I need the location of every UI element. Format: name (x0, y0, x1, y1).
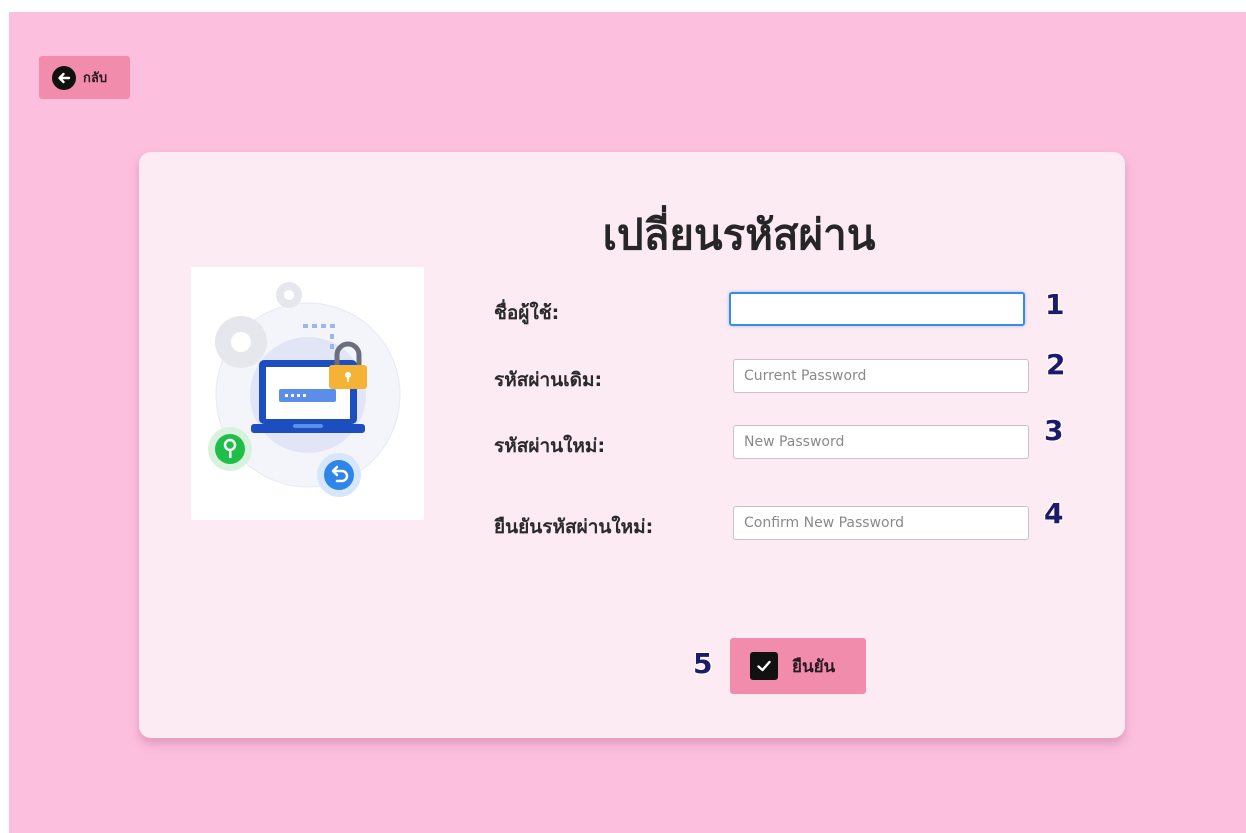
back-button[interactable]: กลับ (39, 56, 130, 99)
checkbox-check-icon (750, 652, 778, 680)
current-password-input[interactable] (733, 359, 1029, 393)
confirm-button[interactable]: ยืนยัน (730, 638, 866, 694)
marker-3: 3 (1044, 414, 1064, 447)
marker-2: 2 (1046, 348, 1066, 381)
marker-4: 4 (1044, 497, 1064, 530)
marker-1: 1 (1045, 288, 1065, 321)
change-password-card: เปลี่ยนรหัสผ่าน ชื่อผู้ใช้: 1 รหัสผ่านเด… (139, 152, 1125, 738)
confirm-password-input[interactable] (733, 506, 1029, 540)
username-input[interactable] (729, 292, 1025, 326)
new-password-label: รหัสผ่านใหม่: (494, 435, 606, 457)
confirm-button-label: ยืนยัน (792, 656, 836, 677)
password-security-illustration (191, 267, 424, 520)
new-password-input[interactable] (733, 425, 1029, 459)
page-background: กลับ เปลี่ยนรหัสผ่าน ชื่อผู้ใช้: 1 รหัสผ… (9, 12, 1246, 833)
confirm-password-label: ยืนยันรหัสผ่านใหม่: (494, 516, 654, 538)
back-button-label: กลับ (83, 71, 108, 86)
marker-5: 5 (693, 647, 713, 680)
username-label: ชื่อผู้ใช้: (494, 302, 560, 324)
arrow-left-circle-icon (52, 65, 76, 90)
current-password-label: รหัสผ่านเดิม: (494, 369, 603, 391)
page-title: เปลี่ยนรหัสผ่าน (602, 210, 876, 259)
